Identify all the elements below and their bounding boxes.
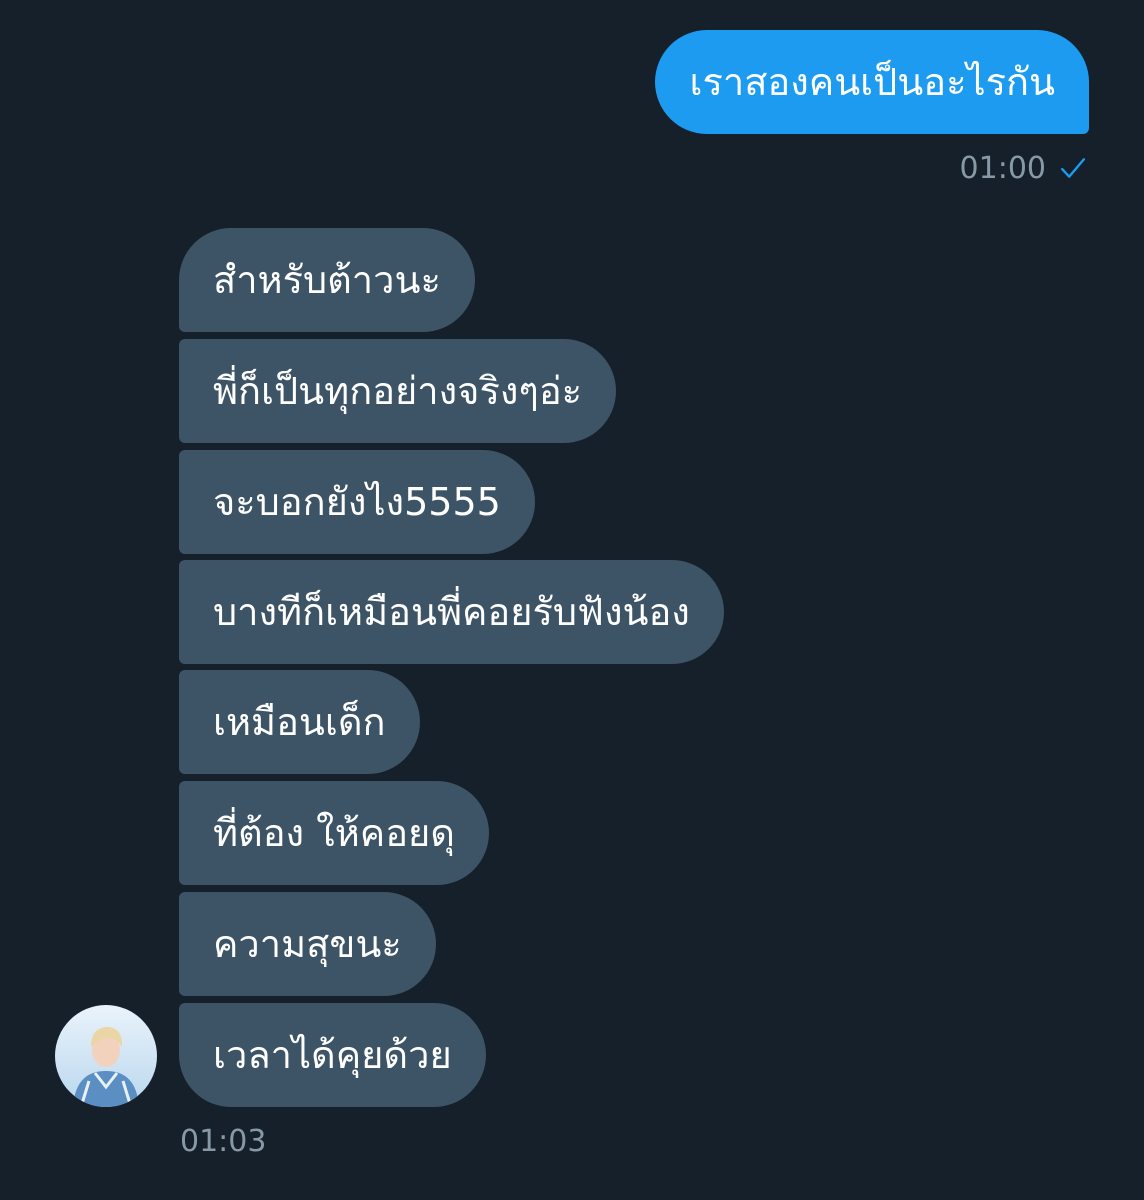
incoming-message-bubble[interactable]: เวลาได้คุยด้วย xyxy=(179,1003,486,1107)
sender-avatar[interactable] xyxy=(55,1005,157,1107)
outgoing-message-bubble[interactable]: เราสองคนเป็นอะไรกัน xyxy=(655,30,1089,134)
outgoing-timestamp: 01:00 xyxy=(959,150,1046,186)
incoming-message-bubble[interactable]: พี่ก็เป็นทุกอย่างจริงๆอ่ะ xyxy=(179,339,617,443)
chat-thread: เราสองคนเป็นอะไรกัน 01:00 สำหรับต้าวนะ พ… xyxy=(0,0,1144,1200)
incoming-message-bubble[interactable]: สำหรับต้าวนะ xyxy=(179,228,475,332)
incoming-message-bubble[interactable]: บางทีก็เหมือนพี่คอยรับฟังน้อง xyxy=(179,560,724,664)
incoming-message-bubble[interactable]: ที่ต้อง ให้คอยดุ xyxy=(179,781,489,885)
avatar-image xyxy=(55,1005,157,1107)
incoming-timestamp: 01:03 xyxy=(180,1124,267,1159)
incoming-message-bubble[interactable]: จะบอกยังไง5555 xyxy=(179,450,535,554)
outgoing-message-meta: 01:00 xyxy=(960,148,1086,188)
incoming-message-bubble[interactable]: ความสุขนะ xyxy=(179,892,436,996)
incoming-message-bubble[interactable]: เหมือนเด็ก xyxy=(179,670,420,774)
check-icon xyxy=(1060,158,1086,178)
